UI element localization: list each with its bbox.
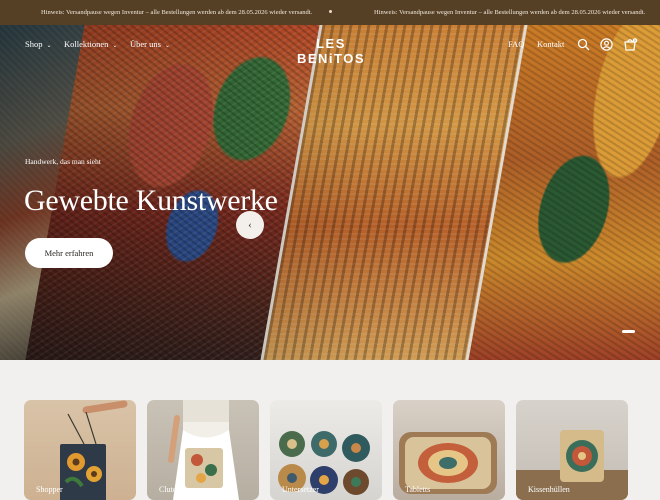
slider-dot-active[interactable] — [622, 330, 635, 333]
category-label: Kissenhüllen — [528, 485, 570, 494]
category-label: Untersetzer — [282, 485, 319, 494]
nav-item-kontakt[interactable]: Kontakt — [537, 39, 564, 49]
chevron-down-icon: ⌄ — [46, 43, 52, 49]
chevron-down-icon: ⌄ — [164, 43, 170, 49]
chevron-down-icon: ⌄ — [112, 43, 118, 49]
account-icon[interactable] — [600, 38, 613, 51]
hero-subtitle: Handwerk, das man sieht — [25, 157, 101, 166]
hero-title: Gewebte Kunstwerke — [24, 184, 278, 217]
category-card-untersetzer[interactable]: Untersetzer — [270, 400, 382, 500]
category-card-tabletts[interactable]: Tabletts — [393, 400, 505, 500]
nav-label: Shop — [25, 39, 43, 49]
site-logo[interactable]: LES BENiTOS — [282, 36, 380, 66]
slider-prev-button[interactable]: ‹ — [236, 211, 264, 239]
announcement-separator — [329, 10, 332, 13]
category-label: Shopper — [36, 485, 63, 494]
category-card-shopper[interactable]: Shopper — [24, 400, 136, 500]
search-icon[interactable] — [577, 38, 590, 51]
nav-item-ueber-uns[interactable]: Über uns ⌄ — [130, 39, 170, 49]
cart-icon[interactable]: 0 — [623, 38, 638, 51]
nav-label: Über uns — [130, 39, 161, 49]
nav-item-faq[interactable]: FAQ — [508, 39, 524, 49]
hero-cta-button[interactable]: Mehr erfahren — [25, 238, 113, 268]
nav-label: Kollektionen — [64, 39, 109, 49]
category-card-clutches[interactable]: Clutches — [147, 400, 259, 500]
announcement-bar: Hinweis: Versandpause wegen Inventur – a… — [0, 0, 660, 25]
announcement-message: Hinweis: Versandpause wegen Inventur – a… — [374, 9, 646, 16]
category-card-kissenhuellen[interactable]: Kissenhüllen — [516, 400, 628, 500]
category-label: Clutches — [159, 485, 187, 494]
announcement-message: Hinweis: Versandpause wegen Inventur – a… — [41, 9, 313, 16]
nav-item-kollektionen[interactable]: Kollektionen ⌄ — [64, 39, 117, 49]
category-label: Tabletts — [405, 485, 431, 494]
nav-item-shop[interactable]: Shop ⌄ — [25, 39, 52, 49]
